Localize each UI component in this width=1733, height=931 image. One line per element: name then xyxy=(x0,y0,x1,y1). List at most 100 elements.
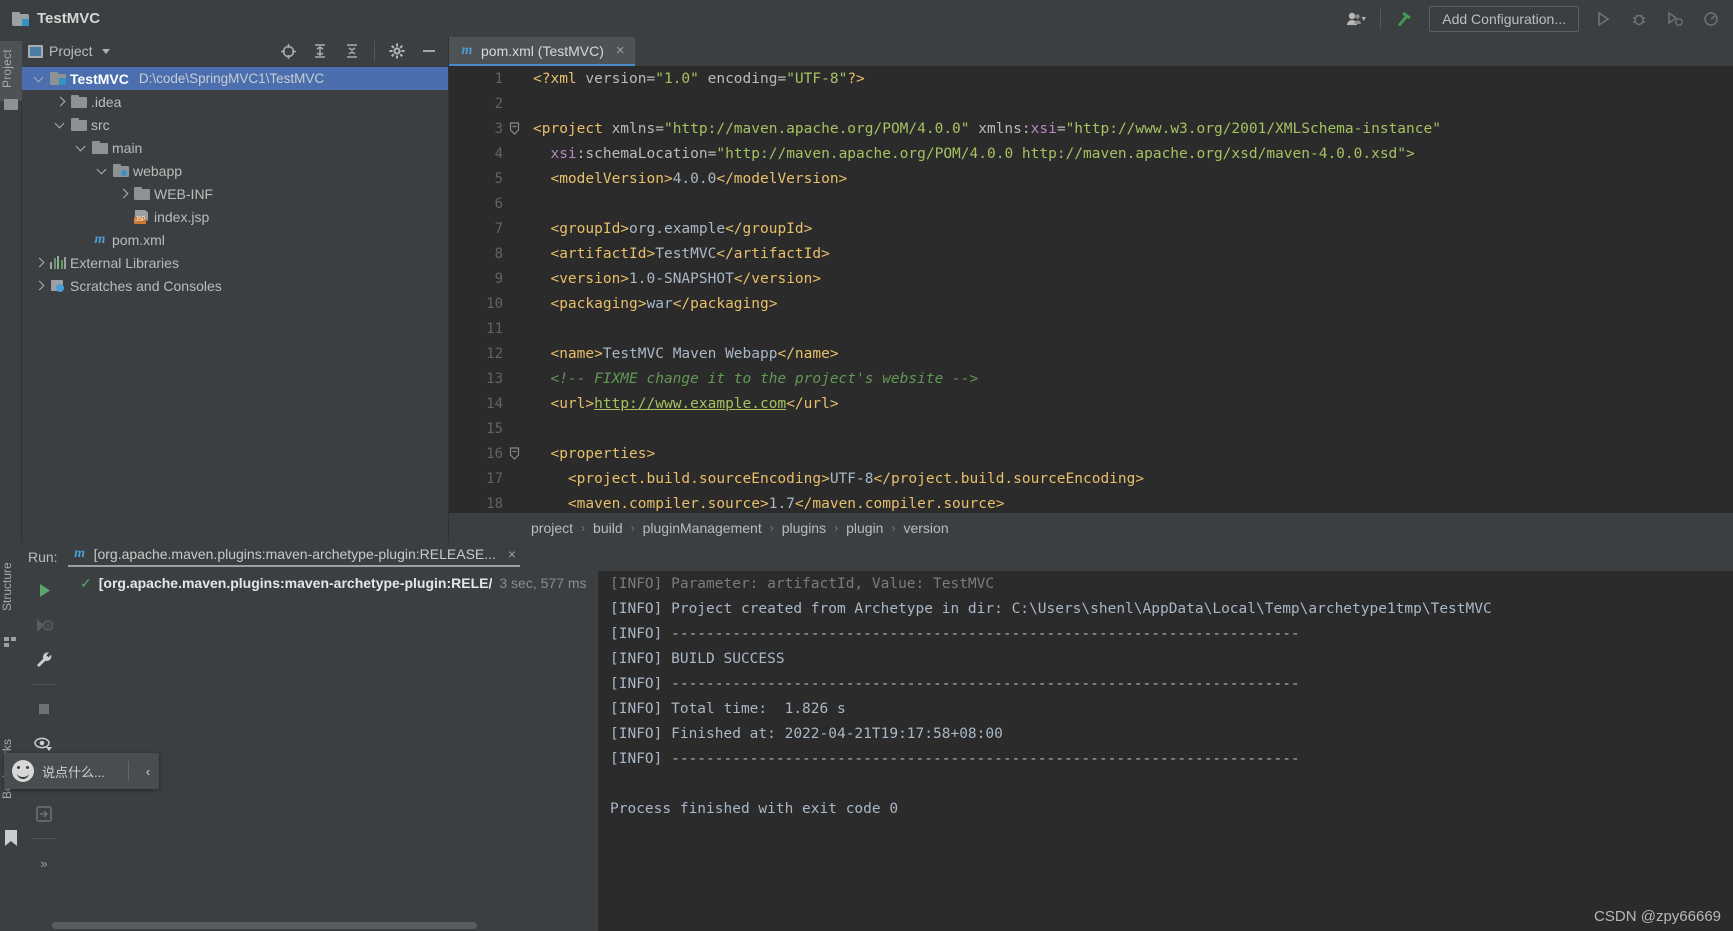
code-line: 6 xyxy=(449,191,1733,216)
code-text: <project xmlns="http://maven.apache.org/… xyxy=(533,120,1441,137)
tree-node-testmvc[interactable]: TestMVC D:\code\SpringMVC1\TestMVC xyxy=(22,67,448,90)
sidebar-tab-project[interactable]: Project xyxy=(0,41,22,101)
collapse-chat-icon[interactable]: ‹ xyxy=(137,764,159,779)
svg-text:9: 9 xyxy=(45,622,49,630)
sidebar-tab-structure-lower[interactable]: Structure xyxy=(0,542,22,632)
chevron-right-icon[interactable] xyxy=(32,256,46,270)
project-tree[interactable]: TestMVC D:\code\SpringMVC1\TestMVC .idea sr… xyxy=(22,65,448,297)
chevron-down-icon[interactable] xyxy=(101,48,110,54)
watermark: CSDN @zpy66669 xyxy=(1594,908,1721,925)
tree-node-external-libraries[interactable]: External Libraries xyxy=(22,251,448,274)
editor-code[interactable]: 1 <?xml version="1.0" encoding="UTF-8"?> 2… xyxy=(449,66,1733,513)
more-icon[interactable]: » xyxy=(29,850,59,876)
line-number: 1 xyxy=(494,70,503,87)
run-result-tree[interactable]: ✓ [org.apache.maven.plugins:maven-archety… xyxy=(66,571,598,931)
code-line: 13 <!-- FIXME change it to the project's… xyxy=(449,366,1733,391)
console-line: [INFO] Project created from Archetype in… xyxy=(610,600,1492,617)
tree-node-label: TestMVC xyxy=(70,70,129,87)
run-with-coverage-icon[interactable] xyxy=(1657,2,1693,35)
user-account-icon[interactable] xyxy=(1338,2,1374,35)
close-icon[interactable]: × xyxy=(616,42,625,59)
project-panel-header: Project xyxy=(22,37,448,65)
tree-node-label: .idea xyxy=(91,93,122,110)
chevron-down-icon[interactable] xyxy=(95,164,109,178)
line-number: 13 xyxy=(486,370,503,387)
code-line: 14 <url>http://www.example.com</url> xyxy=(449,391,1733,416)
tree-node-main[interactable]: main xyxy=(22,136,448,159)
fold-marker-icon[interactable] xyxy=(509,122,525,135)
tree-node-label: pom.xml xyxy=(112,231,165,248)
module-folder-icon xyxy=(50,72,66,85)
breadcrumb-item-plugins[interactable]: plugins xyxy=(774,520,834,536)
chat-input[interactable]: 说点什么... xyxy=(42,762,120,781)
toolbar-divider xyxy=(31,838,57,839)
tree-node-label: External Libraries xyxy=(70,254,179,271)
tree-node--idea[interactable]: .idea xyxy=(22,90,448,113)
console-line: [INFO] Total time: 1.826 s xyxy=(610,700,846,717)
breadcrumb-item-pluginmanagement[interactable]: pluginManagement xyxy=(635,520,770,536)
tree-node-src[interactable]: src xyxy=(22,113,448,136)
line-number: 8 xyxy=(494,245,503,262)
line-number: 5 xyxy=(494,170,503,187)
chevron-right-icon[interactable] xyxy=(32,279,46,293)
settings-wrench-icon[interactable] xyxy=(29,647,59,673)
console-output[interactable]: [INFO] Parameter: artifactId, Value: Tes… xyxy=(598,571,1733,931)
hide-panel-icon[interactable] xyxy=(416,39,442,63)
code-line: 9 <version>1.0-SNAPSHOT</version> xyxy=(449,266,1733,291)
code-line: 15 xyxy=(449,416,1733,441)
console-line: Process finished with exit code 0 xyxy=(610,800,899,817)
line-number: 2 xyxy=(494,95,503,112)
console-line: [INFO] ---------------------------------… xyxy=(610,750,1300,767)
rerun-failed-icon[interactable]: 9 xyxy=(29,612,59,638)
code-line: 11 xyxy=(449,316,1733,341)
editor-tab-pom-xml[interactable]: m pom.xml (TestMVC) × xyxy=(449,37,635,66)
expand-all-icon[interactable] xyxy=(307,39,333,63)
run-tool-window: Structure Bookmarks Run: m [org.apache.m… xyxy=(0,542,1733,931)
gear-icon[interactable] xyxy=(384,39,410,63)
collapse-all-icon[interactable] xyxy=(339,39,365,63)
chevron-down-icon[interactable] xyxy=(53,118,67,132)
tree-node-label: WEB-INF xyxy=(154,185,214,202)
tree-node-web-inf[interactable]: WEB-INF xyxy=(22,182,448,205)
tree-node-pom-xml[interactable]: m pom.xml xyxy=(22,228,448,251)
chevron-down-icon[interactable] xyxy=(32,72,46,86)
add-configuration-button[interactable]: Add Configuration... xyxy=(1429,5,1579,32)
code-line: 5 <modelVersion>4.0.0</modelVersion> xyxy=(449,166,1733,191)
ide-window: TestMVC Add Configuration... Project Pro… xyxy=(0,0,1733,931)
close-icon[interactable]: × xyxy=(508,546,516,562)
breadcrumb-item-version[interactable]: version xyxy=(895,520,956,536)
maven-file-icon: m xyxy=(461,42,473,58)
rerun-icon[interactable] xyxy=(29,577,59,603)
chat-widget[interactable]: 说点什么... ‹ xyxy=(4,753,159,789)
code-text: <project.build.sourceEncoding>UTF-8</pro… xyxy=(567,470,1145,487)
tree-node-index-jsp[interactable]: JSP index.jsp xyxy=(22,205,448,228)
breadcrumb[interactable]: project › build › pluginManagement › plugins › p… xyxy=(449,513,1733,542)
run-icon[interactable] xyxy=(1585,2,1621,35)
console-horizontal-scrollbar[interactable] xyxy=(52,922,477,929)
editor-tab-bar: m pom.xml (TestMVC) × xyxy=(449,37,1733,66)
chevron-down-icon[interactable] xyxy=(74,141,88,155)
run-tab[interactable]: m [org.apache.maven.plugins:maven-archet… xyxy=(67,546,521,567)
code-line: 8 <artifactId>TestMVC</artifactId> xyxy=(449,241,1733,266)
breadcrumb-item-plugin[interactable]: plugin xyxy=(838,520,891,536)
breadcrumb-item-project[interactable]: project xyxy=(523,520,581,536)
tree-node-scratches-and-consoles[interactable]: Scratches and Consoles xyxy=(22,274,448,297)
export-icon[interactable] xyxy=(29,801,59,827)
code-line: 4 xsi:schemaLocation="http://maven.apach… xyxy=(449,141,1733,166)
profiler-icon[interactable] xyxy=(1693,2,1729,35)
fold-marker-icon[interactable] xyxy=(509,447,525,460)
build-hammer-icon[interactable] xyxy=(1387,2,1423,35)
code-line: 17 <project.build.sourceEncoding>UTF-8</… xyxy=(449,466,1733,491)
console-line: [INFO] Parameter: artifactId, Value: Tes… xyxy=(610,575,995,592)
tree-node-webapp[interactable]: webapp xyxy=(22,159,448,182)
tree-node-label: src xyxy=(91,116,110,133)
title-bar-right: Add Configuration... xyxy=(1338,2,1733,35)
chevron-right-icon[interactable] xyxy=(116,187,130,201)
locate-file-icon[interactable] xyxy=(275,39,301,63)
debug-icon[interactable] xyxy=(1621,2,1657,35)
chevron-right-icon[interactable] xyxy=(53,95,67,109)
breadcrumb-item-build[interactable]: build xyxy=(585,520,631,536)
line-number: 7 xyxy=(494,220,503,237)
stop-icon[interactable] xyxy=(29,696,59,722)
run-result-row[interactable]: ✓ [org.apache.maven.plugins:maven-archety… xyxy=(66,571,598,595)
